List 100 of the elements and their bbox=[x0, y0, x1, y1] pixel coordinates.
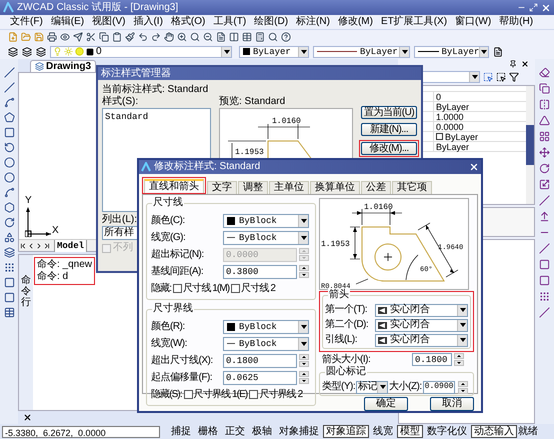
pick-icon[interactable] bbox=[496, 72, 506, 82]
filter-icon[interactable] bbox=[509, 72, 519, 82]
table-icon[interactable] bbox=[242, 32, 252, 42]
checkbox[interactable] bbox=[173, 284, 182, 293]
line-icon[interactable] bbox=[4, 67, 14, 78]
lineweight-dropdown[interactable]: ByLayer bbox=[414, 46, 489, 58]
menu-item[interactable]: 视图(V) bbox=[92, 16, 126, 28]
menu-item[interactable]: 绘图(D) bbox=[254, 16, 288, 28]
copy-icon[interactable] bbox=[539, 83, 550, 94]
status-toggle[interactable]: 对象捕捉 bbox=[276, 425, 322, 438]
redo-icon[interactable] bbox=[151, 32, 161, 42]
move-icon[interactable] bbox=[539, 147, 550, 158]
dropdown[interactable]: 标记 bbox=[356, 380, 388, 394]
zoom-window-icon[interactable] bbox=[190, 32, 200, 42]
calculator-icon[interactable] bbox=[255, 32, 265, 42]
pin-icon[interactable] bbox=[509, 60, 517, 68]
maximize-icon[interactable] bbox=[529, 3, 538, 12]
erase-icon[interactable] bbox=[539, 67, 550, 78]
dialog-button[interactable]: 修改(M)... bbox=[361, 142, 417, 155]
menu-item[interactable]: 编辑(E) bbox=[50, 16, 84, 28]
print-icon[interactable] bbox=[47, 32, 57, 42]
checkbox[interactable] bbox=[231, 284, 240, 293]
close-icon[interactable] bbox=[23, 413, 32, 422]
status-toggle[interactable]: 模型 bbox=[397, 425, 423, 438]
status-toggle[interactable]: 线宽 bbox=[370, 425, 396, 438]
rectangle-icon[interactable] bbox=[4, 127, 14, 138]
tab[interactable]: 文字 bbox=[207, 181, 237, 194]
checkbox[interactable] bbox=[184, 390, 193, 399]
dropdown[interactable]: 实心闭合 bbox=[375, 304, 468, 316]
menu-item[interactable]: 标注(N) bbox=[296, 16, 330, 28]
folder-icon[interactable] bbox=[21, 32, 31, 42]
select-objects-icon[interactable] bbox=[483, 72, 493, 82]
status-toggle[interactable]: 动态输入 bbox=[471, 425, 517, 438]
layer-icon[interactable] bbox=[8, 46, 18, 56]
tab[interactable]: 直线和箭头 bbox=[144, 179, 204, 193]
last-tab-icon[interactable] bbox=[43, 242, 51, 250]
paste-icon[interactable] bbox=[112, 32, 122, 42]
circle-icon[interactable] bbox=[4, 157, 14, 168]
brush-icon[interactable] bbox=[125, 32, 135, 42]
preview-icon[interactable] bbox=[60, 32, 70, 42]
array-icon[interactable] bbox=[539, 131, 550, 142]
layer-icon[interactable] bbox=[36, 46, 46, 56]
status-toggle[interactable]: 数字化仪 bbox=[424, 425, 470, 438]
menu-item[interactable]: 工具(T) bbox=[213, 16, 246, 28]
first-tab-icon[interactable] bbox=[19, 242, 27, 250]
menu-item[interactable]: 格式(O) bbox=[170, 16, 206, 28]
dialog-button[interactable]: 取消 bbox=[430, 397, 474, 411]
menu-item[interactable]: 窗口(W) bbox=[455, 16, 492, 28]
menu-item[interactable]: 帮助(H) bbox=[499, 16, 534, 28]
dropdown[interactable]: ByBlock bbox=[223, 214, 309, 228]
status-toggle[interactable]: 栅格 bbox=[195, 425, 221, 438]
number-field[interactable]: 0.0900 bbox=[422, 380, 455, 394]
panel-icon[interactable] bbox=[229, 32, 239, 42]
dropdown[interactable]: 实心闭合 bbox=[375, 334, 468, 346]
spline-icon[interactable] bbox=[4, 187, 14, 198]
tab[interactable]: 调整 bbox=[238, 181, 268, 194]
copy-icon[interactable] bbox=[99, 32, 109, 42]
undo-icon[interactable] bbox=[138, 32, 148, 42]
next-tab-icon[interactable] bbox=[35, 242, 43, 250]
rotate-icon[interactable] bbox=[539, 163, 550, 174]
checkbox[interactable] bbox=[249, 390, 258, 399]
tab[interactable]: 其它项 bbox=[392, 181, 432, 194]
status-toggle[interactable]: 极轴 bbox=[249, 425, 275, 438]
layer-icon[interactable] bbox=[22, 46, 32, 56]
menu-item[interactable]: ET扩展工具(X) bbox=[380, 16, 448, 28]
dropdown[interactable]: ByBlock bbox=[223, 320, 309, 334]
search-icon[interactable] bbox=[268, 32, 278, 42]
menu-item[interactable]: 文件(F) bbox=[10, 16, 43, 28]
dialog-button[interactable]: 确定 bbox=[364, 397, 408, 411]
status-toggle[interactable]: 对象追踪 bbox=[323, 425, 369, 438]
number-field[interactable]: 0.1800 bbox=[412, 353, 452, 366]
dropdown[interactable]: ByBlock bbox=[223, 230, 309, 244]
dialog-button[interactable]: 新建(N)... bbox=[361, 123, 417, 136]
zoom-out-icon[interactable] bbox=[203, 32, 213, 42]
cut-icon[interactable] bbox=[86, 32, 96, 42]
polyline-icon[interactable] bbox=[4, 97, 14, 108]
number-field[interactable]: 0.1800 bbox=[223, 354, 297, 368]
status-toggle[interactable]: 正交 bbox=[222, 425, 248, 438]
tab[interactable]: 公差 bbox=[361, 181, 391, 194]
document-icon[interactable] bbox=[216, 32, 226, 42]
status-toggle[interactable]: 捕捉 bbox=[168, 425, 194, 438]
tab[interactable]: 换算单位 bbox=[310, 181, 360, 194]
number-field[interactable]: 0.3800 bbox=[223, 264, 297, 278]
properties-icon[interactable] bbox=[493, 46, 503, 56]
menu-item[interactable]: 插入(I) bbox=[133, 16, 163, 28]
close-icon[interactable] bbox=[521, 60, 529, 68]
polygon-icon[interactable] bbox=[4, 112, 14, 123]
zoom-in-icon[interactable] bbox=[177, 32, 187, 42]
linetype-dropdown[interactable]: ByLayer bbox=[313, 46, 410, 58]
layout-tab[interactable]: Model bbox=[54, 240, 88, 252]
table-icon[interactable] bbox=[4, 307, 14, 318]
pan-icon[interactable] bbox=[164, 32, 174, 42]
dropdown[interactable]: ByBlock bbox=[223, 336, 309, 350]
new-file-icon[interactable] bbox=[8, 32, 18, 42]
list-item[interactable]: Standard bbox=[105, 111, 148, 123]
dropdown[interactable]: 实心闭合 bbox=[375, 318, 468, 332]
mirror-icon[interactable] bbox=[539, 99, 550, 110]
help-icon[interactable] bbox=[281, 32, 291, 42]
dialog-button[interactable]: 置为当前(U) bbox=[361, 106, 417, 119]
tab[interactable]: 主单位 bbox=[269, 181, 309, 194]
